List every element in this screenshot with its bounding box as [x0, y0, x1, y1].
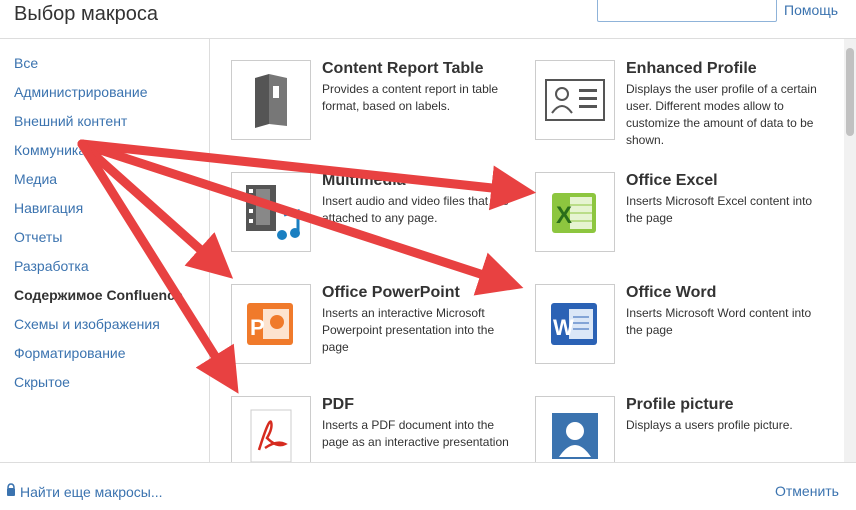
- category-development[interactable]: Разработка: [14, 258, 89, 274]
- macro-name: Content Report Table: [322, 60, 484, 77]
- svg-text:W: W: [553, 315, 574, 340]
- category-reports[interactable]: Отчеты: [14, 229, 62, 245]
- macro-list: Content Report Table Provides a content …: [210, 39, 856, 462]
- excel-icon: X: [535, 172, 615, 252]
- powerpoint-icon: P: [231, 284, 311, 364]
- macro-name: Enhanced Profile: [626, 60, 757, 77]
- macro-name: PDF: [322, 396, 354, 413]
- marketplace-bag-icon: [6, 483, 16, 500]
- macro-pdf[interactable]: PDF Inserts a PDF document into the page…: [231, 396, 531, 462]
- macro-description: Inserts Microsoft Word content into the …: [626, 306, 812, 337]
- macro-description: Inserts an interactive Microsoft Powerpo…: [322, 306, 495, 354]
- macro-search-input[interactable]: [597, 0, 777, 22]
- category-all[interactable]: Все: [14, 55, 38, 71]
- macro-multimedia[interactable]: Multimedia Insert audio and video files …: [231, 172, 531, 272]
- cancel-button[interactable]: Отменить: [775, 483, 839, 499]
- macro-office-word[interactable]: W Office Word Inserts Microsoft Word con…: [535, 284, 835, 384]
- scrollbar-thumb[interactable]: [846, 48, 854, 136]
- macro-content-report-table[interactable]: Content Report Table Provides a content …: [231, 60, 531, 160]
- macro-description: Insert audio and video files that are at…: [322, 194, 509, 225]
- category-media[interactable]: Медиа: [14, 171, 57, 187]
- macro-name: Office Excel: [626, 172, 718, 189]
- category-sidebar: Все Администрирование Внешний контент Ко…: [0, 39, 210, 462]
- macro-description: Inserts a PDF document into the page as …: [322, 418, 509, 449]
- macro-name: Multimedia: [322, 172, 406, 189]
- category-admin[interactable]: Администрирование: [14, 84, 148, 100]
- macro-description: Provides a content report in table forma…: [322, 82, 499, 113]
- profile-card-icon: [535, 60, 615, 140]
- report-icon: [231, 60, 311, 140]
- dialog-footer: Найти еще макросы... Отменить: [0, 462, 856, 510]
- macro-description: Inserts Microsoft Excel content into the…: [626, 194, 813, 225]
- category-diagrams-images[interactable]: Схемы и изображения: [14, 316, 160, 332]
- dialog-header: Выбор макроса Помощь: [0, 0, 856, 39]
- category-formatting[interactable]: Форматирование: [14, 345, 126, 361]
- macro-description: Displays the user profile of a certain u…: [626, 82, 817, 147]
- dialog-title: Выбор макроса: [14, 3, 158, 25]
- macro-name: Profile picture: [626, 396, 734, 413]
- category-external-content[interactable]: Внешний контент: [14, 113, 127, 129]
- macro-description: Displays a users profile picture.: [626, 418, 793, 432]
- category-hidden[interactable]: Скрытое: [14, 374, 70, 390]
- macro-enhanced-profile[interactable]: Enhanced Profile Displays the user profi…: [535, 60, 835, 160]
- help-link[interactable]: Помощь: [784, 2, 838, 18]
- multimedia-icon: [231, 172, 311, 252]
- category-communication[interactable]: Коммуникация: [14, 142, 110, 158]
- profile-picture-icon: [535, 396, 615, 462]
- svg-text:P: P: [250, 315, 265, 340]
- macro-office-excel[interactable]: X Office Excel Inserts Microsoft Excel c…: [535, 172, 835, 272]
- word-icon: W: [535, 284, 615, 364]
- find-more-macros-link[interactable]: Найти еще макросы...: [6, 483, 163, 500]
- macro-profile-picture[interactable]: Profile picture Displays a users profile…: [535, 396, 835, 462]
- macro-name: Office Word: [626, 284, 717, 301]
- pdf-icon: [231, 396, 311, 462]
- macro-name: Office PowerPoint: [322, 284, 460, 301]
- find-more-label: Найти еще макросы...: [20, 483, 163, 500]
- svg-text:X: X: [556, 202, 572, 229]
- macro-office-powerpoint[interactable]: P Office PowerPoint Inserts an interacti…: [231, 284, 531, 384]
- category-navigation[interactable]: Навигация: [14, 200, 83, 216]
- category-confluence-content[interactable]: Содержимое Confluence: [14, 287, 183, 303]
